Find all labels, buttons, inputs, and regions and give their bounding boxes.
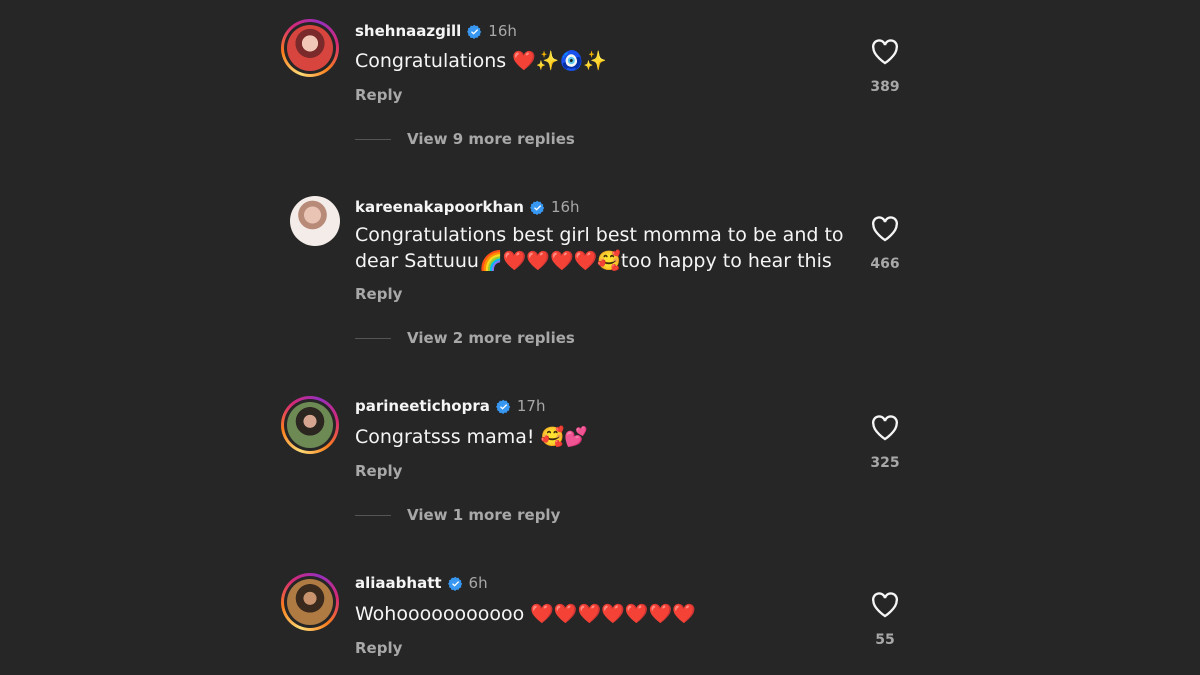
like-button[interactable] [870, 216, 900, 242]
like-count: 325 [870, 455, 900, 471]
like-button[interactable] [870, 415, 900, 441]
heart-outline-icon [872, 216, 898, 242]
divider-line [355, 337, 391, 339]
divider-line [355, 138, 391, 140]
verified-badge-icon [447, 576, 462, 591]
comment-username[interactable]: kareenakapoorkhan [355, 198, 524, 216]
heart-outline-icon [872, 592, 898, 618]
verified-badge-icon [495, 399, 511, 414]
comment-time: 16h [550, 198, 580, 216]
verified-badge-icon [467, 24, 482, 39]
comment-time: 17h [516, 397, 546, 415]
view-replies-button[interactable]: View 2 more replies [355, 329, 575, 347]
like-count: 389 [870, 79, 900, 95]
view-replies-label: View 2 more replies [407, 329, 575, 347]
comment-username[interactable]: shehnaazgill [355, 22, 461, 40]
avatar[interactable] [281, 573, 339, 631]
heart-outline-icon [872, 415, 898, 441]
comment-text: Congratulations best girl best momma to … [355, 224, 844, 272]
avatar[interactable] [281, 396, 339, 454]
comment-text: Congratsss mama! 🥰💕 [355, 426, 588, 448]
reply-button[interactable]: Reply [355, 285, 402, 303]
like-count: 55 [875, 632, 895, 648]
divider-line [355, 514, 391, 516]
comment-time: 6h [468, 574, 488, 592]
view-replies-label: View 9 more replies [407, 130, 575, 148]
avatar[interactable] [290, 196, 340, 246]
avatar[interactable] [281, 19, 339, 77]
comment-username[interactable]: parineetichopra [355, 397, 490, 415]
comment-text: Wohooooooooooo ❤️❤️❤️❤️❤️❤️❤️ [355, 603, 696, 625]
view-replies-button[interactable]: View 1 more reply [355, 506, 560, 524]
like-button[interactable] [870, 39, 900, 65]
view-replies-button[interactable]: View 9 more replies [355, 130, 575, 148]
comment-username[interactable]: aliaabhatt [355, 574, 442, 592]
view-replies-label: View 1 more reply [407, 506, 561, 524]
reply-button[interactable]: Reply [355, 86, 402, 104]
comment-text: Congratulations ❤️✨🧿✨ [355, 50, 607, 72]
reply-button[interactable]: Reply [355, 639, 402, 657]
reply-button[interactable]: Reply [355, 462, 402, 480]
comment-time: 16h [488, 22, 517, 40]
verified-badge-icon [529, 200, 545, 215]
heart-outline-icon [872, 39, 898, 65]
like-count: 466 [870, 256, 900, 272]
like-button[interactable] [870, 592, 900, 618]
